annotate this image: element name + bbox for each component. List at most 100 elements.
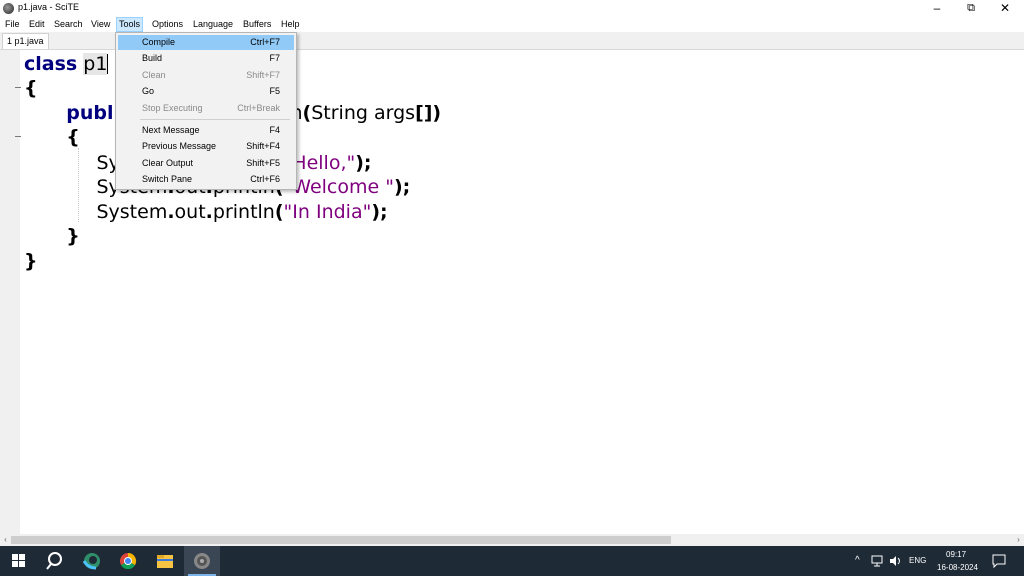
code-token: []) — [415, 102, 442, 124]
close-button[interactable]: ✕ — [989, 0, 1021, 17]
search-icon — [46, 552, 62, 570]
chrome-icon — [120, 552, 137, 570]
menu-item-label: Compile — [142, 37, 176, 47]
menu-separator — [140, 119, 290, 120]
scrollbar-thumb[interactable] — [11, 536, 671, 544]
menu-item-build[interactable]: Build F7 — [118, 51, 294, 66]
menu-item-shortcut: Ctrl+F6 — [250, 174, 280, 184]
code-token: } — [66, 225, 80, 247]
menu-item-next-message[interactable]: Next Message F4 — [118, 123, 294, 138]
code-line: { — [24, 76, 38, 100]
menu-item-label: Next Message — [142, 125, 200, 135]
menu-item-compile[interactable]: Compile Ctrl+F7 — [118, 35, 294, 50]
fold-margin[interactable] — [0, 50, 21, 534]
menu-item-shortcut: Ctrl+Break — [237, 103, 280, 113]
window-title: p1.java - SciTE — [18, 2, 80, 12]
code-line: class p1 — [24, 52, 109, 76]
menu-item-shortcut: Shift+F5 — [246, 158, 280, 168]
tools-dropdown-menu: Compile Ctrl+F7 Build F7 Clean Shift+F7 Go F5 St… — [115, 32, 297, 190]
code-token: ( — [302, 102, 312, 124]
title-bar: p1.java - SciTE – ⧉ ✕ — [0, 0, 1024, 17]
minimize-button[interactable]: – — [921, 0, 953, 17]
code-token: class — [24, 53, 78, 75]
network-icon[interactable] — [871, 555, 885, 567]
code-line: System.out.println("In India"); — [24, 200, 388, 224]
fold-marker[interactable] — [15, 87, 21, 88]
menu-edit[interactable]: Edit — [27, 18, 47, 31]
menu-item-label: Switch Pane — [142, 174, 193, 184]
clock-time[interactable]: 09:17 — [946, 550, 966, 559]
menu-item-label: Go — [142, 86, 155, 96]
start-button[interactable] — [0, 546, 36, 576]
code-line: } — [24, 249, 38, 273]
file-explorer-button[interactable] — [147, 546, 183, 576]
text-caret — [107, 54, 109, 74]
menu-bar: File Edit Search View Tools Options Lang… — [0, 17, 1024, 32]
edge-icon — [82, 553, 100, 570]
menu-item-shortcut: F7 — [269, 53, 280, 63]
menu-item-switch-pane[interactable]: Switch Pane Ctrl+F6 — [118, 172, 294, 187]
menu-item-shortcut: Ctrl+F7 — [250, 37, 280, 47]
code-token: ); — [393, 176, 411, 198]
code-token: println — [212, 201, 275, 223]
menu-item-stop-executing[interactable]: Stop Executing Ctrl+Break — [118, 101, 294, 116]
menu-search[interactable]: Search — [52, 18, 85, 31]
menu-help[interactable]: Help — [279, 18, 302, 31]
code-token: ); — [355, 152, 372, 174]
menu-item-label: Clean — [142, 70, 166, 80]
tab-p1-java[interactable]: 1 p1.java — [2, 33, 49, 49]
code-token: ( — [274, 201, 284, 223]
code-token: ); — [371, 201, 388, 223]
menu-item-go[interactable]: Go F5 — [118, 84, 294, 99]
chrome-button[interactable] — [110, 546, 146, 576]
search-button[interactable] — [36, 546, 72, 576]
folder-icon — [157, 555, 173, 568]
code-token: "Welcome " — [283, 176, 394, 198]
code-token: out — [174, 201, 206, 223]
scite-taskbar-button[interactable] — [184, 546, 220, 576]
menu-language[interactable]: Language — [191, 18, 235, 31]
code-token: . — [167, 201, 175, 223]
taskbar: ^ ENG 09:17 16-08-2024 — [0, 546, 1024, 576]
scite-app-icon — [3, 3, 14, 14]
language-indicator[interactable]: ENG — [909, 556, 926, 565]
tray-overflow-chevron[interactable]: ^ — [855, 555, 860, 566]
edge-browser-button[interactable] — [74, 546, 110, 576]
menu-view[interactable]: View — [89, 18, 112, 31]
menu-item-shortcut: Shift+F4 — [246, 141, 280, 151]
menu-options[interactable]: Options — [150, 18, 185, 31]
menu-buffers[interactable]: Buffers — [241, 18, 273, 31]
horizontal-scrollbar[interactable]: ‹ › — [0, 534, 1024, 546]
menu-file[interactable]: File — [3, 18, 22, 31]
scroll-left-arrow[interactable]: ‹ — [0, 534, 11, 546]
code-token: String args — [311, 102, 416, 124]
code-line: { — [24, 125, 80, 149]
scroll-right-arrow[interactable]: › — [1013, 534, 1024, 546]
fold-marker[interactable] — [15, 136, 21, 137]
maximize-button[interactable]: ⧉ — [955, 0, 987, 17]
menu-item-shortcut: F5 — [269, 86, 280, 96]
code-token: p1 — [83, 53, 108, 75]
code-token: { — [66, 126, 80, 148]
code-token: } — [24, 250, 38, 272]
menu-tools[interactable]: Tools — [116, 17, 144, 32]
code-token: System — [24, 201, 168, 223]
notification-icon[interactable] — [992, 554, 1006, 568]
menu-item-clear-output[interactable]: Clear Output Shift+F5 — [118, 156, 294, 171]
code-token: "In India" — [283, 201, 372, 223]
code-line: } — [24, 224, 80, 248]
menu-item-label: Clear Output — [142, 158, 194, 168]
menu-item-previous-message[interactable]: Previous Message Shift+F4 — [118, 139, 294, 154]
volume-icon[interactable] — [889, 555, 903, 567]
menu-item-label: Build — [142, 53, 163, 63]
code-token: . — [205, 201, 213, 223]
menu-item-shortcut: F4 — [269, 125, 280, 135]
menu-item-clean[interactable]: Clean Shift+F7 — [118, 68, 294, 83]
scite-icon — [194, 553, 210, 569]
menu-item-label: Stop Executing — [142, 103, 203, 113]
menu-item-shortcut: Shift+F7 — [246, 70, 280, 80]
clock-date[interactable]: 16-08-2024 — [937, 563, 978, 572]
